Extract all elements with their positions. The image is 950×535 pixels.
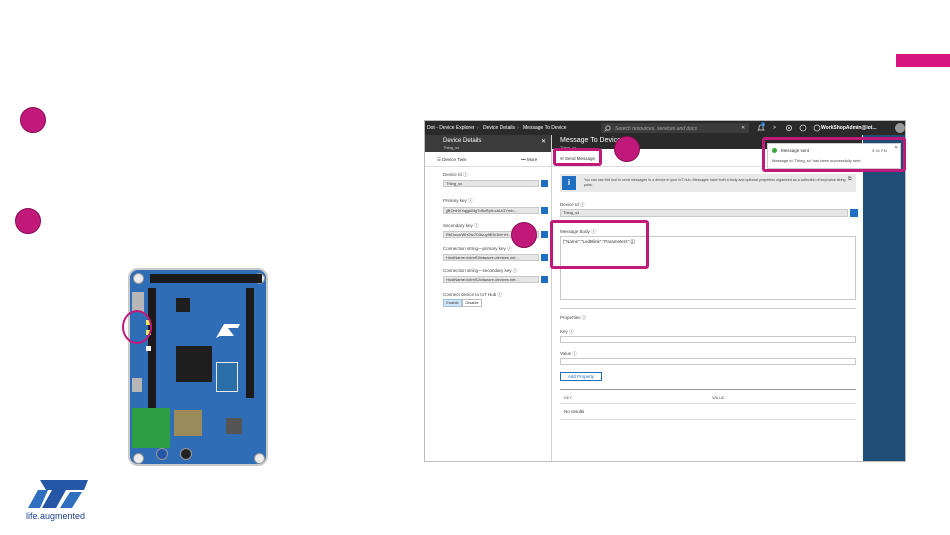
breadcrumb-device-details[interactable]: Device Details <box>483 125 515 131</box>
close-icon[interactable]: ✕ <box>541 138 546 145</box>
value-input[interactable] <box>560 358 856 365</box>
pin-header <box>150 274 262 283</box>
more-button[interactable]: ••• More <box>521 157 537 162</box>
conn-primary-field[interactable]: HostName=iotmS2iotazure-devices.net... <box>443 254 539 261</box>
breadcrumb-separator: › <box>477 125 479 131</box>
avatar[interactable] <box>895 123 905 133</box>
wifi-module <box>132 408 170 448</box>
table-top-rule <box>560 389 856 390</box>
device-twin-button[interactable]: ☰ Device Twin <box>437 157 466 163</box>
secondary-key-label: Secondary key ⓘ <box>443 223 479 228</box>
table-header-value: VALUE <box>712 395 725 400</box>
cloud-shell-icon[interactable]: > <box>773 125 776 131</box>
primary-key-label: Primary key ⓘ <box>443 198 473 203</box>
copy-icon[interactable] <box>541 276 548 283</box>
device-id-label: Device Id ⓘ <box>443 172 468 177</box>
led-indicator <box>146 346 151 351</box>
copy-icon[interactable] <box>850 209 858 217</box>
search-icon <box>604 125 611 132</box>
mounting-hole <box>133 453 144 464</box>
reset-button <box>180 448 192 460</box>
section-divider <box>560 308 856 309</box>
gear-icon[interactable] <box>785 124 793 132</box>
copy-icon[interactable] <box>541 231 548 238</box>
mounting-hole <box>133 273 144 284</box>
usb-connector <box>132 378 142 392</box>
notification-highlight <box>762 137 906 172</box>
message-body-highlight <box>550 220 649 269</box>
table-empty-text: No results <box>564 409 585 414</box>
st-logo <box>28 480 88 508</box>
help-icon[interactable] <box>813 124 821 132</box>
device-details-subtitle: Thing_sx <box>443 145 460 150</box>
properties-label: Properties ⓘ <box>560 315 587 320</box>
breadcrumb-separator: › <box>517 125 519 131</box>
device-details-header: Device Details Thing_sx ✕ <box>425 135 551 152</box>
discovery-board-image <box>128 268 268 466</box>
info-text: You can use this tool to send messages t… <box>584 178 846 187</box>
portal-top-bar: Dot - Device Explorer › Device Details ›… <box>425 121 905 135</box>
portal-side-panel <box>863 135 905 461</box>
pin-header <box>246 288 254 398</box>
small-chip <box>226 418 242 434</box>
message-blade-title: Message To Device <box>560 137 621 144</box>
module-chip <box>216 362 238 392</box>
accent-tab <box>896 54 950 67</box>
step-marker-dot <box>511 222 537 248</box>
device-details-title: Device Details <box>443 138 482 144</box>
st-board-logo <box>216 324 240 338</box>
conn-primary-label: Connection string—primary key ⓘ <box>443 246 512 251</box>
connect-device-label: Connect device to IoT Hub ⓘ <box>443 292 502 297</box>
key-label: Key ⓘ <box>560 329 574 334</box>
message-to-device-blade: Message To Device Thing_sx ✉ Send Messag… <box>552 135 862 461</box>
breadcrumb-message[interactable]: Message To Device <box>523 125 567 131</box>
device-twin-label: Device Twin <box>442 157 467 162</box>
conn-secondary-label: Connection string—secondary key ⓘ <box>443 268 518 273</box>
message-device-id-label: Device Id ⓘ <box>560 202 585 207</box>
logo-tagline: life.augmented <box>26 511 86 521</box>
table-header-key: KEY <box>564 395 573 400</box>
info-banner: i You can use this tool to send messages… <box>560 174 856 192</box>
step-marker-dot <box>20 107 46 133</box>
external-link-icon[interactable]: ⧉ <box>848 176 852 182</box>
conn-secondary-field[interactable]: HostName=iotmS2iotazure-devices.net... <box>443 276 539 283</box>
usb-connector <box>132 292 144 312</box>
copy-icon[interactable] <box>541 180 548 187</box>
primary-key-field[interactable]: jjBOnHXXqjgkMgTd5vRpILvALtGYmb... <box>443 207 539 214</box>
mounting-hole <box>254 453 265 464</box>
search-placeholder: Search resources, services and docs <box>615 126 697 132</box>
sensor-module <box>174 410 202 436</box>
value-label: Value ⓘ <box>560 351 577 356</box>
enable-toggle[interactable]: Enable <box>443 299 462 307</box>
device-id-field[interactable]: Thing_sx <box>443 180 539 187</box>
search-input[interactable]: Search resources, services and docs ✕ <box>601 123 749 133</box>
send-message-highlight <box>553 148 602 166</box>
key-input[interactable] <box>560 336 856 343</box>
smiley-icon[interactable] <box>799 124 807 132</box>
table-bottom-rule <box>560 419 856 420</box>
step-marker-dot <box>614 136 640 162</box>
device-details-blade: Device Details Thing_sx ✕ ☰ Device Twin … <box>425 135 552 461</box>
toolbar-divider <box>425 166 551 167</box>
pin-header <box>148 288 156 428</box>
disable-toggle[interactable]: Disable <box>462 299 482 307</box>
info-icon: i <box>562 176 576 190</box>
user-button <box>156 448 168 460</box>
step-marker-dot <box>15 208 41 234</box>
copy-icon[interactable] <box>541 207 548 214</box>
message-device-id-field[interactable]: Thing_sx <box>560 209 848 217</box>
small-chip <box>176 298 190 312</box>
search-clear-icon[interactable]: ✕ <box>741 125 745 131</box>
mcu-chip <box>176 346 212 382</box>
account-name[interactable]: WorkShopAdmin@iot... <box>821 125 877 131</box>
add-property-button[interactable]: Add Property <box>560 372 602 381</box>
table-header-rule <box>560 403 856 404</box>
copy-icon[interactable] <box>541 254 548 261</box>
led-highlight-circle <box>122 310 152 344</box>
breadcrumb-root[interactable]: Dot - Device Explorer <box>427 125 475 131</box>
